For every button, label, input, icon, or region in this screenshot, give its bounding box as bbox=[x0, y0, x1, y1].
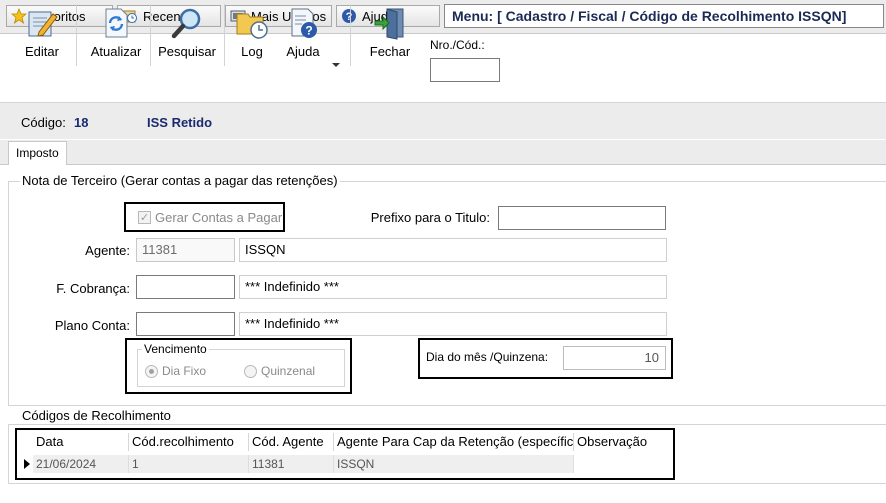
radio-dia-fixo[interactable]: Dia Fixo bbox=[145, 364, 206, 378]
plano-conta-name-field: *** Indefinido *** bbox=[239, 312, 667, 336]
col-header-cod-recolhimento[interactable]: Cód.recolhimento bbox=[129, 433, 249, 451]
toolbar-separator bbox=[350, 4, 351, 66]
gerar-contas-label: Gerar Contas a Pagar bbox=[155, 210, 283, 225]
record-info-bar bbox=[0, 103, 886, 139]
table-row-cell-observacao[interactable] bbox=[574, 455, 672, 473]
fechar-label: Fechar bbox=[369, 44, 411, 59]
refresh-icon bbox=[105, 8, 128, 38]
radio-unselected-icon bbox=[244, 364, 257, 378]
ajuda-toolbar-button[interactable]: ? Ajuda bbox=[283, 4, 323, 64]
svg-text:?: ? bbox=[305, 24, 312, 38]
agente-code-input[interactable]: 11381 bbox=[136, 238, 235, 262]
radio-selected-icon bbox=[145, 364, 158, 378]
codigo-value: 18 bbox=[74, 115, 89, 130]
editar-button[interactable]: Editar bbox=[20, 4, 64, 64]
agente-name-field: ISSQN bbox=[239, 238, 667, 262]
pesquisar-label: Pesquisar bbox=[158, 44, 216, 59]
nro-cod-input[interactable] bbox=[430, 58, 500, 82]
dia-mes-input[interactable]: 10 bbox=[563, 346, 666, 370]
codigos-title: Códigos de Recolhimento bbox=[20, 408, 173, 423]
col-header-data[interactable]: Data bbox=[33, 433, 129, 451]
dia-mes-label: Dia do mês /Quinzena: bbox=[426, 350, 549, 364]
gerar-contas-checkbox[interactable]: ✓ Gerar Contas a Pagar bbox=[138, 210, 282, 225]
table-row-cell-cod-recolhimento[interactable]: 1 bbox=[129, 455, 249, 473]
nro-cod-label: Nro./Cód.: bbox=[430, 38, 485, 52]
table-row-cell-agente-cap[interactable]: ISSQN bbox=[334, 455, 574, 473]
prefixo-input[interactable] bbox=[498, 206, 666, 230]
help-icon: ? bbox=[341, 8, 357, 24]
quinzenal-label: Quinzenal bbox=[261, 364, 316, 378]
tab-strip bbox=[0, 140, 886, 165]
ajuda-toolbar-label: Ajuda bbox=[286, 44, 320, 59]
checkbox-checked-icon: ✓ bbox=[138, 211, 151, 224]
nota-terceiro-title: Nota de Terceiro (Gerar contas a pagar d… bbox=[20, 173, 340, 188]
chevron-down-icon bbox=[332, 63, 340, 67]
help-doc-icon: ? bbox=[291, 8, 317, 38]
pesquisar-button[interactable]: Pesquisar bbox=[158, 4, 216, 64]
toolbar-separator bbox=[224, 4, 225, 66]
cobranca-label: F. Cobrança: bbox=[56, 281, 130, 296]
ajuda-dropdown-arrow[interactable] bbox=[331, 58, 341, 72]
editar-label: Editar bbox=[25, 44, 59, 59]
prefixo-label: Prefixo para o Titulo: bbox=[370, 210, 490, 225]
col-header-observacao[interactable]: Observação bbox=[574, 433, 672, 451]
toolbar-separator bbox=[150, 4, 151, 66]
log-label: Log bbox=[241, 44, 263, 59]
codigo-label: Código: bbox=[21, 115, 66, 130]
atualizar-button[interactable]: Atualizar bbox=[90, 4, 142, 64]
record-description: ISS Retido bbox=[147, 115, 213, 130]
cobranca-name-field: *** Indefinido *** bbox=[239, 275, 667, 299]
exit-door-icon bbox=[374, 8, 404, 40]
fechar-button[interactable]: Fechar bbox=[368, 4, 412, 64]
edit-icon bbox=[28, 11, 58, 37]
toolbar-separator bbox=[76, 4, 77, 66]
agente-label: Agente: bbox=[85, 243, 130, 258]
search-icon bbox=[171, 8, 201, 39]
atualizar-label: Atualizar bbox=[90, 44, 142, 59]
radio-quinzenal[interactable]: Quinzenal bbox=[244, 364, 315, 378]
tab-imposto[interactable]: Imposto bbox=[8, 141, 67, 165]
menu-path-title: Menu: [ Cadastro / Fiscal / Código de Re… bbox=[444, 4, 884, 28]
table-row-cell-cod-agente[interactable]: 11381 bbox=[249, 455, 334, 473]
plano-conta-label: Plano Conta: bbox=[54, 318, 130, 333]
log-icon bbox=[236, 13, 268, 39]
cobranca-code-input[interactable] bbox=[136, 275, 235, 299]
col-header-cod-agente[interactable]: Cód. Agente bbox=[249, 433, 334, 451]
vencimento-title: Vencimento bbox=[142, 342, 209, 356]
table-row-cell-data[interactable]: 21/06/2024 bbox=[33, 455, 129, 473]
dia-fixo-label: Dia Fixo bbox=[162, 364, 207, 378]
log-button[interactable]: Log bbox=[232, 4, 272, 64]
row-indicator-icon bbox=[23, 458, 31, 473]
col-header-agente-cap[interactable]: Agente Para Cap da Retenção (específico bbox=[334, 433, 574, 451]
plano-conta-code-input[interactable] bbox=[136, 312, 235, 336]
